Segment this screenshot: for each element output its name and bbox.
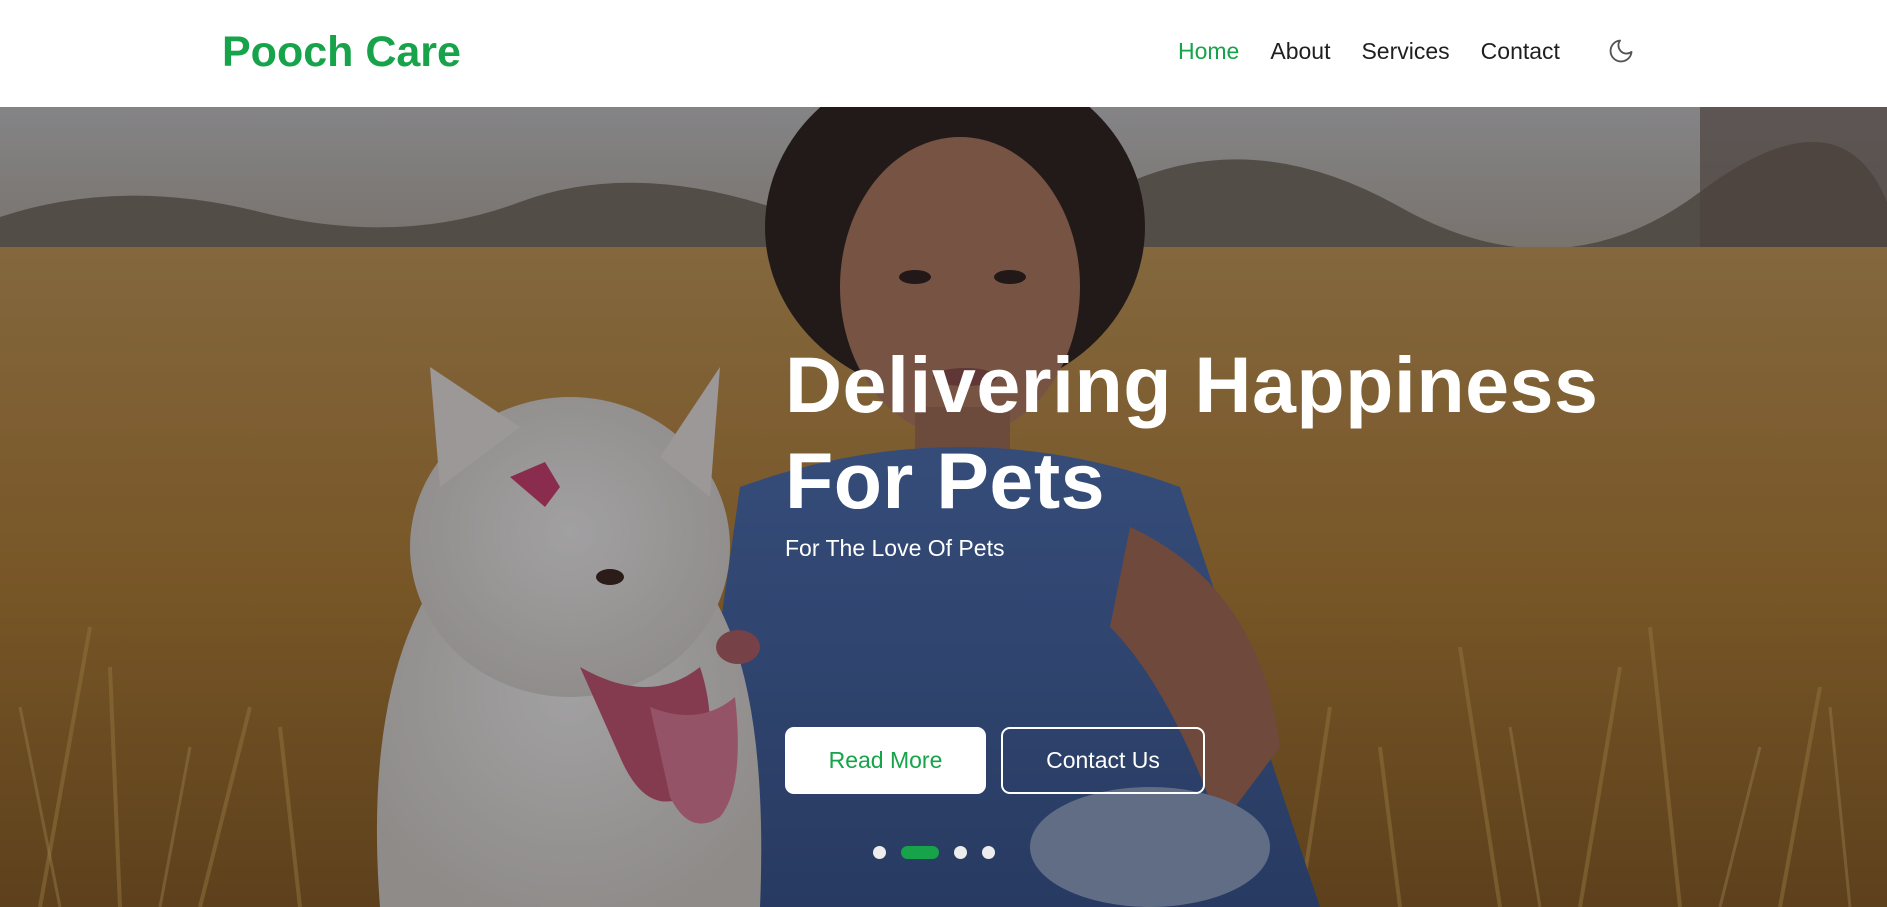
hero-title: Delivering Happiness For Pets	[785, 337, 1685, 529]
carousel-dot-2[interactable]	[901, 845, 939, 859]
nav-about-link[interactable]: About	[1270, 36, 1330, 66]
nav-home-link[interactable]: Home	[1178, 36, 1239, 66]
theme-toggle-button[interactable]	[1606, 36, 1636, 66]
hero-subtitle: For The Love Of Pets	[785, 535, 1005, 561]
hero-title-line1: Delivering Happiness	[785, 340, 1599, 429]
carousel-dot-1[interactable]	[873, 845, 886, 859]
hero-title-line2: For Pets	[785, 436, 1106, 525]
hero-buttons: Read More Contact Us	[785, 727, 1205, 794]
nav-contact-link[interactable]: Contact	[1481, 36, 1560, 66]
navbar: Pooch Care Home About Services Contact	[0, 0, 1887, 107]
brand-logo[interactable]: Pooch Care	[222, 26, 461, 78]
main-nav: Home About Services Contact	[1178, 36, 1560, 66]
contact-us-button[interactable]: Contact Us	[1001, 727, 1205, 794]
nav-services-link[interactable]: Services	[1361, 36, 1449, 66]
hero-content: Delivering Happiness For Pets For The Lo…	[785, 337, 1685, 794]
moon-icon	[1609, 39, 1633, 63]
carousel-dot-4[interactable]	[982, 845, 995, 859]
hero-section: Delivering Happiness For Pets For The Lo…	[0, 107, 1887, 907]
read-more-button[interactable]: Read More	[785, 727, 986, 794]
carousel-dot-3[interactable]	[954, 845, 967, 859]
carousel-indicators	[873, 845, 995, 859]
